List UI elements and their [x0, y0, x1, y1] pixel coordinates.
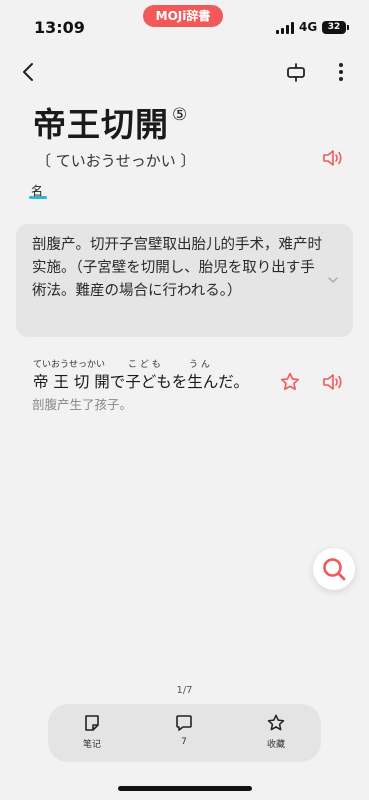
speaker-icon [323, 374, 342, 390]
note-button[interactable]: 笔记 [62, 713, 122, 755]
star-icon [280, 372, 300, 391]
comment-button[interactable]: 7 [154, 713, 214, 755]
accent-mark: ⑤ [172, 105, 188, 125]
search-fab[interactable] [313, 548, 355, 590]
page-indicator: 1/7 [176, 685, 193, 696]
battery-icon: 32 [322, 21, 349, 34]
headword: 帝王切開 [33, 105, 169, 144]
card-view-icon [287, 63, 305, 82]
comment-count: 7 [181, 737, 187, 747]
definition-card[interactable]: 剖腹产。切开子宫壁取出胎儿的手术，难产时实施。（子宮壁を切開し、胎児を取り出す手… [16, 224, 353, 337]
comment-icon [176, 715, 192, 731]
view-toggle-button[interactable] [282, 58, 310, 86]
home-indicator[interactable] [118, 786, 252, 791]
network-label: 4G [299, 20, 318, 34]
note-icon [85, 715, 99, 731]
more-button[interactable] [330, 58, 352, 86]
more-vertical-icon [339, 63, 343, 81]
favorite-label: 收藏 [266, 740, 285, 750]
reading: 〔 ていおうせっかい 〕 [36, 152, 196, 170]
star-icon [267, 714, 285, 731]
favorite-button[interactable]: 收藏 [246, 713, 306, 755]
ruby-text: こ ど も [128, 360, 161, 370]
pronounce-button[interactable] [321, 148, 345, 168]
note-label: 笔记 [82, 740, 101, 750]
bottom-toolbar: 笔记 7 收藏 [48, 704, 321, 762]
status-bar: 13:09 MOJi辞書 4G 32 [0, 0, 369, 50]
pos-underline [29, 196, 47, 199]
ruby-text: う ん [189, 360, 210, 370]
signal-icon [276, 22, 296, 34]
definition-text: 剖腹产。切开子宫壁取出胎儿的手术，难产时实施。（子宮壁を切開し、胎児を取り出す手… [32, 237, 322, 299]
example-ruby: ていおうせっかい こ ど も う ん [33, 357, 293, 370]
favorite-example-button[interactable] [279, 371, 301, 393]
app-badge[interactable]: MOJi辞書 [143, 5, 223, 27]
ruby-text: ていおうせっかい [33, 360, 106, 370]
speaker-icon [323, 150, 342, 166]
example-sentence[interactable]: 帝 王 切 開で子どもを生んだ。 [33, 370, 249, 392]
back-button[interactable] [14, 58, 42, 86]
example-translation: 剖腹产生了孩子。 [32, 397, 133, 412]
search-icon [323, 558, 346, 581]
example-pronounce-button[interactable] [321, 372, 345, 392]
chevron-left-icon [23, 63, 33, 81]
status-time: 13:09 [34, 18, 85, 37]
chevron-down-icon[interactable] [326, 273, 340, 287]
